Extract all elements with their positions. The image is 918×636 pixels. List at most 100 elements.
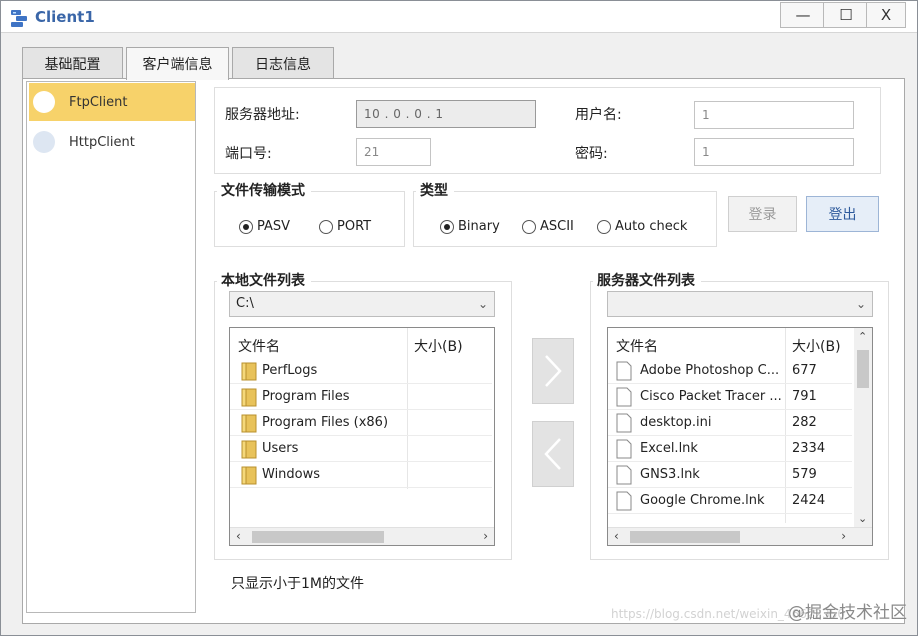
local-path-value: C:\	[236, 296, 254, 311]
server-path-dropdown[interactable]: ⌄	[607, 291, 873, 317]
maximize-button[interactable]: ☐	[823, 2, 869, 28]
folder-icon	[241, 414, 257, 433]
local-row[interactable]: Program Files (x86)	[230, 410, 492, 436]
radio-auto-check[interactable]: Auto check	[597, 219, 687, 234]
scroll-thumb[interactable]	[630, 531, 740, 543]
client-area: 基础配置 客户端信息 日志信息 FtpClient HttpClient 服务器…	[8, 35, 908, 629]
password-input[interactable]: 1	[694, 138, 854, 166]
client-list: FtpClient HttpClient	[26, 81, 196, 613]
server-col-size[interactable]: 大小(B)	[792, 336, 841, 356]
minimize-button[interactable]: —	[780, 2, 826, 28]
logout-button[interactable]: 登出	[806, 196, 879, 232]
radio-port[interactable]: PORT	[319, 219, 371, 234]
close-button[interactable]: X	[866, 2, 906, 28]
local-col-name[interactable]: 文件名	[238, 336, 280, 356]
local-path-dropdown[interactable]: C:\ ⌄	[229, 291, 495, 317]
server-file-title: 服务器文件列表	[593, 270, 701, 290]
scroll-left-icon[interactable]: ‹	[614, 529, 619, 543]
tab-client-info[interactable]: 客户端信息	[126, 47, 229, 80]
radio-ascii-indicator	[522, 219, 536, 234]
file-icon	[616, 465, 632, 485]
password-label: 密码:	[575, 146, 608, 162]
scroll-right-icon[interactable]: ›	[841, 529, 846, 543]
title-bar[interactable]: Client1 — ☐ X	[1, 1, 917, 33]
server-row-size: 677	[792, 363, 817, 378]
server-file-section: 服务器文件列表 ⌄ 文件名 大小(B) Adobe Photoshop C...…	[590, 270, 889, 560]
scroll-up-icon[interactable]: ⌃	[858, 330, 867, 343]
username-input[interactable]: 1	[694, 101, 854, 129]
server-row[interactable]: Google Chrome.lnk 2424	[608, 488, 852, 514]
server-row-name: desktop.ini	[640, 415, 712, 430]
app-icon	[11, 10, 27, 27]
client-info-panel: FtpClient HttpClient 服务器地址: 10 . 0 . 0 .…	[22, 78, 905, 624]
server-row-name: Cisco Packet Tracer ...	[640, 389, 782, 404]
radio-ascii[interactable]: ASCII	[522, 219, 574, 234]
scroll-thumb[interactable]	[252, 531, 384, 543]
local-row-name: PerfLogs	[262, 363, 318, 378]
radio-binary[interactable]: Binary	[440, 219, 500, 234]
server-row[interactable]: Adobe Photoshop C... 677	[608, 358, 852, 384]
file-icon	[616, 491, 632, 511]
local-list-header: 文件名 大小(B)	[230, 328, 494, 489]
server-vertical-scrollbar[interactable]: ⌃ ⌄	[854, 328, 872, 527]
tab-log-info[interactable]: 日志信息	[232, 47, 334, 79]
server-row[interactable]: desktop.ini 282	[608, 410, 852, 436]
radio-pasv[interactable]: PASV	[239, 219, 290, 234]
type-group: 类型 Binary ASCII Auto check	[413, 180, 717, 247]
scroll-right-icon[interactable]: ›	[483, 529, 488, 543]
server-row-name: Google Chrome.lnk	[640, 493, 765, 508]
local-row-name: Program Files	[262, 389, 350, 404]
file-size-note: 只显示小于1M的文件	[231, 576, 364, 592]
server-horizontal-scrollbar[interactable]: ‹ ›	[608, 527, 872, 545]
upload-button[interactable]	[532, 338, 574, 404]
client-window: Client1 — ☐ X 基础配置 客户端信息 日志信息 FtpClient …	[0, 0, 918, 636]
local-row[interactable]: Program Files	[230, 384, 492, 410]
file-icon	[616, 361, 632, 381]
radio-binary-label: Binary	[458, 219, 500, 234]
server-ip-input[interactable]: 10 . 0 . 0 . 1	[356, 100, 536, 128]
server-file-list[interactable]: 文件名 大小(B) Adobe Photoshop C... 677 Cisco…	[607, 327, 873, 546]
client-item-http[interactable]: HttpClient	[29, 123, 195, 161]
server-col-name[interactable]: 文件名	[616, 336, 658, 356]
radio-port-label: PORT	[337, 219, 372, 234]
download-button[interactable]	[532, 421, 574, 487]
server-address-label: 服务器地址:	[225, 107, 300, 123]
local-horizontal-scrollbar[interactable]: ‹ ›	[230, 527, 494, 545]
type-title: 类型	[416, 180, 454, 200]
radio-pasv-indicator	[239, 219, 253, 234]
folder-icon	[241, 388, 257, 407]
server-row-name: Adobe Photoshop C...	[640, 363, 780, 378]
server-row[interactable]: Excel.lnk 2334	[608, 436, 852, 462]
scroll-down-icon[interactable]: ⌄	[858, 512, 867, 525]
window-title: Client1	[35, 8, 95, 26]
radio-auto-check-indicator	[597, 219, 611, 234]
local-row[interactable]: PerfLogs	[230, 358, 492, 384]
local-file-list[interactable]: 文件名 大小(B) PerfLogs Program Files Program…	[229, 327, 495, 546]
chevron-down-icon: ⌄	[477, 297, 488, 311]
radio-pasv-label: PASV	[257, 219, 291, 234]
server-row-name: Excel.lnk	[640, 441, 698, 456]
arrow-right-icon	[545, 355, 562, 387]
login-button[interactable]: 登录	[728, 196, 797, 232]
chevron-down-icon: ⌄	[855, 297, 866, 311]
local-row[interactable]: Users	[230, 436, 492, 462]
server-row-name: GNS3.lnk	[640, 467, 700, 482]
server-row[interactable]: GNS3.lnk 579	[608, 462, 852, 488]
transfer-mode-group: 文件传输模式 PASV PORT	[214, 180, 405, 247]
client-item-ftp[interactable]: FtpClient	[29, 83, 195, 121]
folder-icon	[241, 466, 257, 485]
local-row-name: Windows	[262, 467, 321, 482]
radio-ascii-label: ASCII	[540, 219, 574, 234]
server-row[interactable]: Cisco Packet Tracer ... 791	[608, 384, 852, 410]
transfer-mode-title: 文件传输模式	[217, 180, 311, 200]
scroll-left-icon[interactable]: ‹	[236, 529, 241, 543]
ftp-client-icon	[33, 91, 55, 113]
local-row-name: Users	[262, 441, 299, 456]
port-input[interactable]: 21	[356, 138, 431, 166]
local-file-section: 本地文件列表 C:\ ⌄ 文件名 大小(B) PerfLogs Program …	[214, 270, 512, 560]
file-icon	[616, 387, 632, 407]
scroll-thumb[interactable]	[857, 350, 869, 388]
tab-basic-config[interactable]: 基础配置	[22, 47, 123, 79]
local-row[interactable]: Windows	[230, 462, 492, 488]
local-col-size[interactable]: 大小(B)	[414, 336, 463, 356]
